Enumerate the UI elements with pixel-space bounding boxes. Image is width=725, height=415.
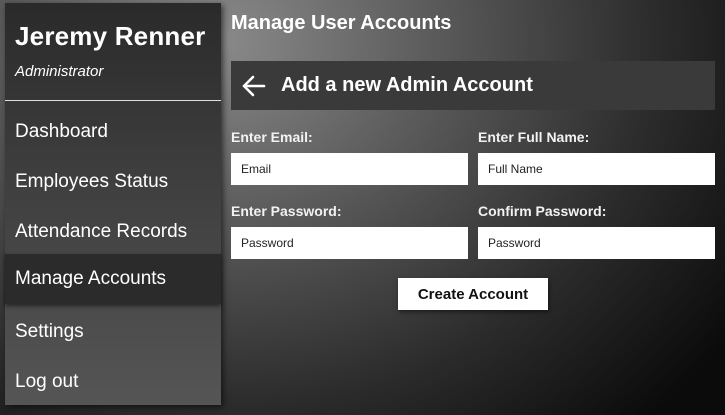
sidebar-item-attendance-records[interactable]: Attendance Records (5, 207, 221, 257)
sidebar-item-logout[interactable]: Log out (5, 357, 221, 407)
email-field[interactable] (231, 153, 468, 185)
page-title: Manage User Accounts (231, 12, 452, 34)
arrow-left-icon[interactable] (241, 73, 267, 99)
user-name: Jeremy Renner (15, 21, 206, 51)
sidebar-item-dashboard[interactable]: Dashboard (5, 107, 221, 157)
sidebar: Jeremy Renner Administrator Dashboard Em… (5, 3, 221, 405)
full-name-label: Enter Full Name: (478, 129, 590, 145)
password-field[interactable] (231, 227, 468, 259)
card-title: Add a new Admin Account (281, 74, 533, 96)
full-name-field[interactable] (478, 153, 715, 185)
create-account-button[interactable]: Create Account (398, 278, 548, 310)
sidebar-item-settings[interactable]: Settings (5, 307, 221, 357)
app-window: Jeremy Renner Administrator Dashboard Em… (0, 0, 725, 415)
confirm-password-label: Confirm Password: (478, 203, 607, 219)
password-label: Enter Password: (231, 203, 342, 219)
user-profile: Jeremy Renner Administrator (5, 3, 221, 101)
card-header: Add a new Admin Account (231, 61, 715, 110)
user-role: Administrator (15, 63, 104, 80)
sidebar-item-manage-accounts[interactable]: Manage Accounts (5, 254, 221, 304)
email-label: Enter Email: (231, 129, 313, 145)
sidebar-item-employees-status[interactable]: Employees Status (5, 157, 221, 207)
confirm-password-field[interactable] (478, 227, 715, 259)
